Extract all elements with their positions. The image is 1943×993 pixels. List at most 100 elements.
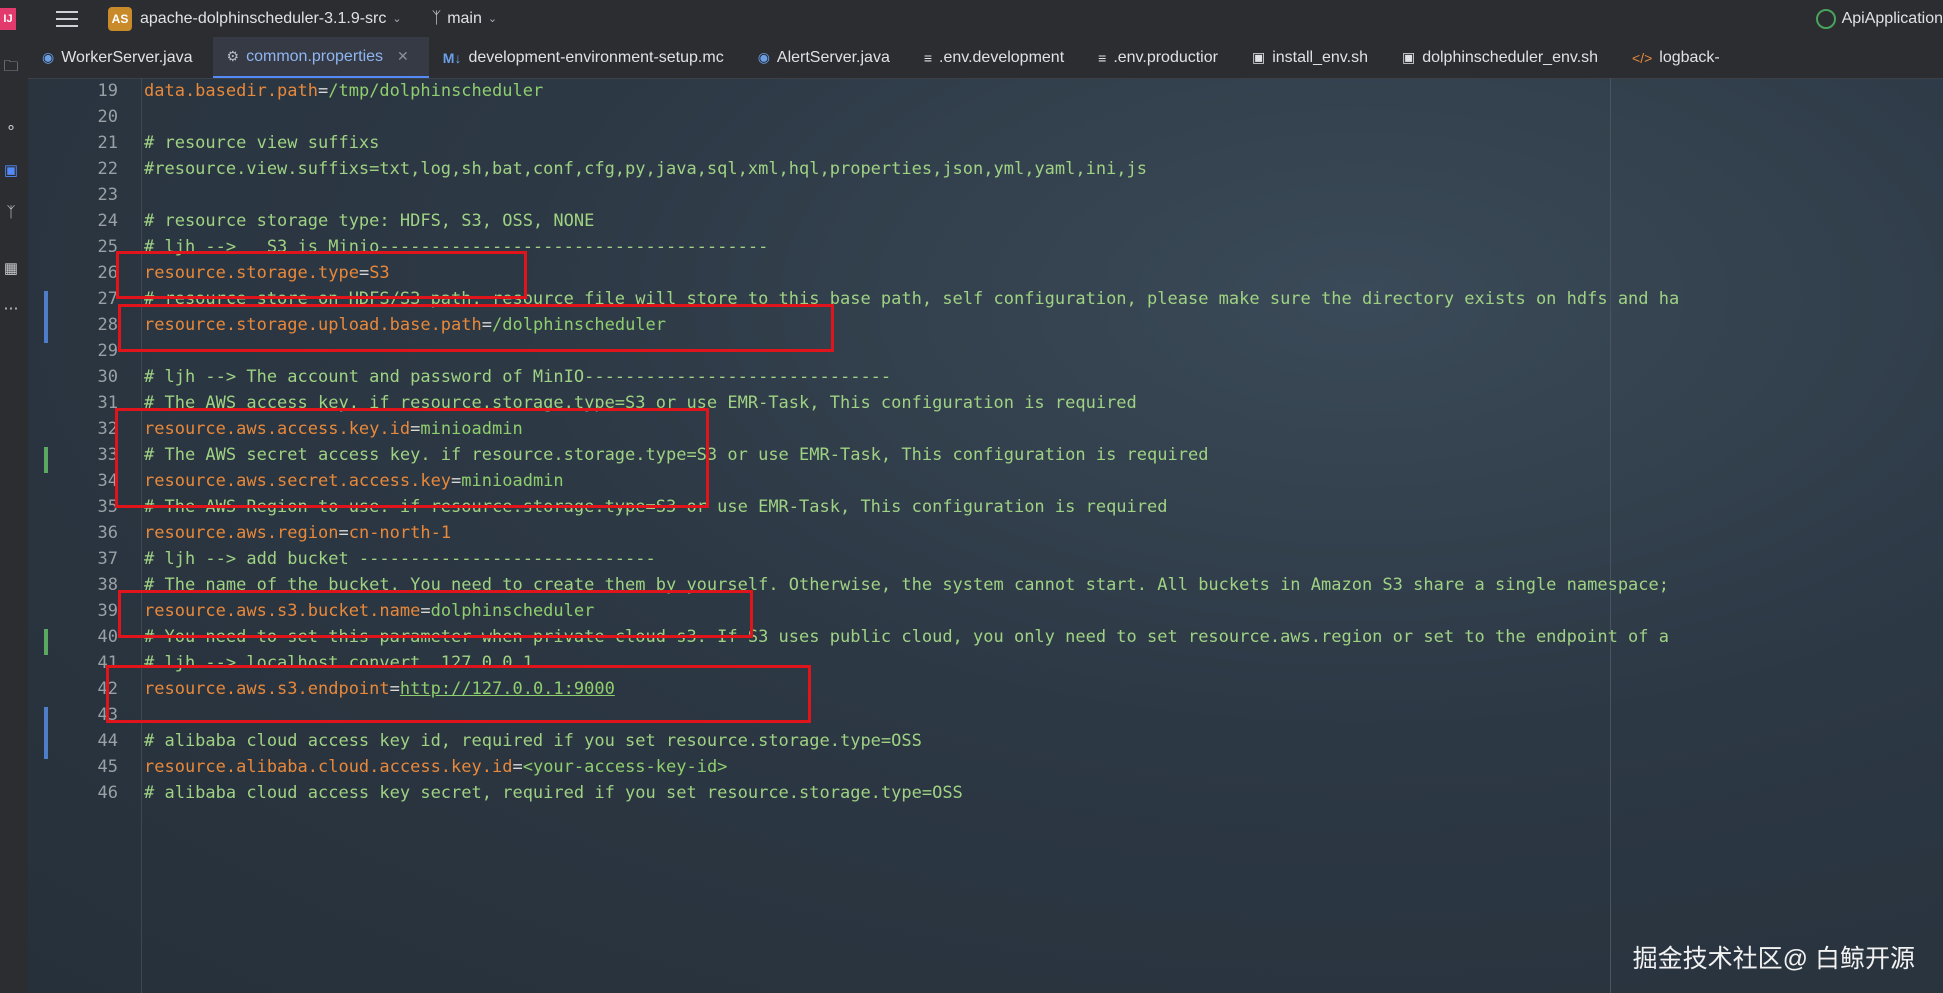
tab-label: install_env.sh [1272, 48, 1368, 66]
branch-name[interactable]: main [447, 10, 482, 28]
java-class-icon: ◉ [757, 49, 770, 65]
line-number: 19 [97, 81, 118, 101]
chevron-down-icon[interactable]: ⌄ [488, 12, 497, 25]
line-number: 45 [97, 757, 118, 777]
tab-development-environment-setup[interactable]: M↓ development-environment-setup.mc [429, 37, 744, 78]
code-line-comment[interactable]: #resource.view.suffixs=txt,log,sh,bat,co… [144, 156, 1147, 182]
line-number: 31 [97, 393, 118, 413]
editor-tab-bar: ◉ WorkerServer.java ⚙ common.properties … [28, 37, 1943, 79]
project-badge[interactable]: AS [108, 6, 132, 31]
chevron-down-icon[interactable]: ⌄ [392, 12, 401, 25]
structure-icon[interactable]: ▣ [2, 161, 20, 179]
line-number: 23 [97, 185, 118, 205]
xml-icon: </> [1632, 49, 1653, 66]
text-file-icon: ≡ [1098, 49, 1107, 66]
run-config-icon [1815, 8, 1836, 29]
shell-icon: ▣ [1401, 49, 1416, 65]
line-number: 41 [97, 653, 118, 673]
project-name[interactable]: apache-dolphinscheduler-3.1.9-src [140, 10, 386, 28]
highlight-box-endpoint [106, 665, 811, 723]
title-bar: IJ AS apache-dolphinscheduler-3.1.9-src … [0, 0, 1943, 37]
indent-guide [141, 78, 142, 993]
line-number: 24 [97, 211, 118, 231]
line-number: 39 [97, 601, 118, 621]
tab-env-development[interactable]: ≡ .env.development [910, 37, 1084, 78]
code-line-comment[interactable]: # alibaba cloud access key id, required … [144, 728, 922, 754]
run-config-label: ApiApplication [1841, 9, 1943, 27]
intellij-logo-icon[interactable]: IJ [0, 7, 16, 30]
more-icon[interactable]: ⋯ [2, 299, 20, 317]
code-line-property[interactable]: resource.alibaba.cloud.access.key.id=<yo… [144, 754, 727, 780]
code-line-comment[interactable]: # resource view suffixs [144, 130, 379, 156]
line-number: 43 [97, 705, 118, 725]
property-value: <your-access-key-id> [522, 757, 728, 777]
line-number: 20 [97, 107, 118, 127]
line-number: 46 [97, 783, 118, 803]
line-number: 27 [97, 289, 118, 309]
plugins-icon[interactable]: ▦ [2, 259, 20, 277]
line-number: 40 [97, 627, 118, 647]
pull-request-icon[interactable]: ᛉ [2, 203, 20, 221]
line-number: 34 [97, 471, 118, 491]
commit-icon[interactable]: ⚬ [2, 119, 20, 137]
tab-label: .env.productior [1113, 48, 1218, 66]
main-menu-icon[interactable] [56, 10, 78, 27]
code-editor[interactable]: 19 data.basedir.path=/tmp/dolphinschedul… [28, 78, 1943, 993]
tab-env-production[interactable]: ≡ .env.productior [1084, 37, 1238, 78]
tab-workerserver[interactable]: ◉ WorkerServer.java [28, 37, 213, 78]
line-number: 30 [97, 367, 118, 387]
line-number: 35 [97, 497, 118, 517]
highlight-box-access-keys [115, 408, 709, 508]
tool-window-strip: 🗀 ⚬ ▣ ᛉ ▦ ⋯ [0, 37, 28, 993]
property-key: resource.alibaba.cloud.access.key.id [144, 757, 513, 777]
close-icon[interactable]: ✕ [397, 48, 409, 65]
property-key: data.basedir.path [144, 81, 318, 101]
tab-common-properties[interactable]: ⚙ common.properties ✕ [212, 37, 429, 78]
highlight-box-storage-type [116, 251, 527, 299]
highlight-box-upload-base-path [118, 304, 834, 352]
highlight-box-bucket-name [118, 590, 753, 638]
tab-label: development-environment-setup.mc [468, 48, 724, 66]
tab-label: .env.development [939, 48, 1065, 66]
markdown-icon: M↓ [442, 49, 462, 66]
right-margin-guide [1610, 78, 1611, 993]
tab-logback[interactable]: </> logback- [1618, 37, 1740, 78]
code-line-comment[interactable]: # alibaba cloud access key secret, requi… [144, 780, 963, 806]
tab-dolphinscheduler-env[interactable]: ▣ dolphinscheduler_env.sh [1388, 37, 1618, 78]
tab-label: common.properties [246, 47, 384, 65]
git-branch-icon[interactable]: ᛉ [432, 10, 442, 28]
tab-label: WorkerServer.java [61, 48, 193, 66]
line-number: 22 [97, 159, 118, 179]
line-number: 21 [97, 133, 118, 153]
code-line-property[interactable]: data.basedir.path=/tmp/dolphinscheduler [144, 78, 543, 104]
code-line-comment[interactable]: # resource storage type: HDFS, S3, OSS, … [144, 208, 594, 234]
property-value: /tmp/dolphinscheduler [328, 81, 544, 101]
line-number: 33 [97, 445, 118, 465]
line-number: 37 [97, 549, 118, 569]
gear-icon: ⚙ [226, 48, 240, 64]
line-number: 42 [97, 679, 118, 699]
line-number: 26 [97, 263, 118, 283]
tab-alertserver[interactable]: ◉ AlertServer.java [744, 37, 910, 78]
line-number: 29 [97, 341, 118, 361]
run-configuration[interactable]: ApiApplication [1815, 0, 1943, 37]
tab-label: AlertServer.java [776, 48, 890, 66]
shell-icon: ▣ [1251, 49, 1266, 65]
code-line-comment[interactable]: # ljh --> The account and password of Mi… [144, 364, 891, 390]
line-number: 44 [97, 731, 118, 751]
text-file-icon: ≡ [923, 49, 933, 66]
watermark: 掘金技术社区@ 白鲸开源 [1632, 945, 1915, 973]
tab-install-env[interactable]: ▣ install_env.sh [1238, 37, 1388, 78]
code-line-property[interactable]: resource.aws.region=cn-north-1 [144, 520, 451, 546]
property-key: resource.aws.region [144, 523, 339, 543]
property-value: cn-north-1 [348, 523, 452, 543]
tab-label: dolphinscheduler_env.sh [1422, 48, 1599, 66]
line-number: 28 [97, 315, 118, 335]
code-line-comment[interactable]: # ljh --> add bucket -------------------… [144, 546, 656, 572]
line-number: 25 [97, 237, 118, 257]
tab-label: logback- [1659, 48, 1720, 66]
line-number: 36 [97, 523, 118, 543]
folder-icon[interactable]: 🗀 [2, 58, 20, 77]
line-number: 38 [97, 575, 118, 595]
java-class-icon: ◉ [42, 49, 55, 65]
